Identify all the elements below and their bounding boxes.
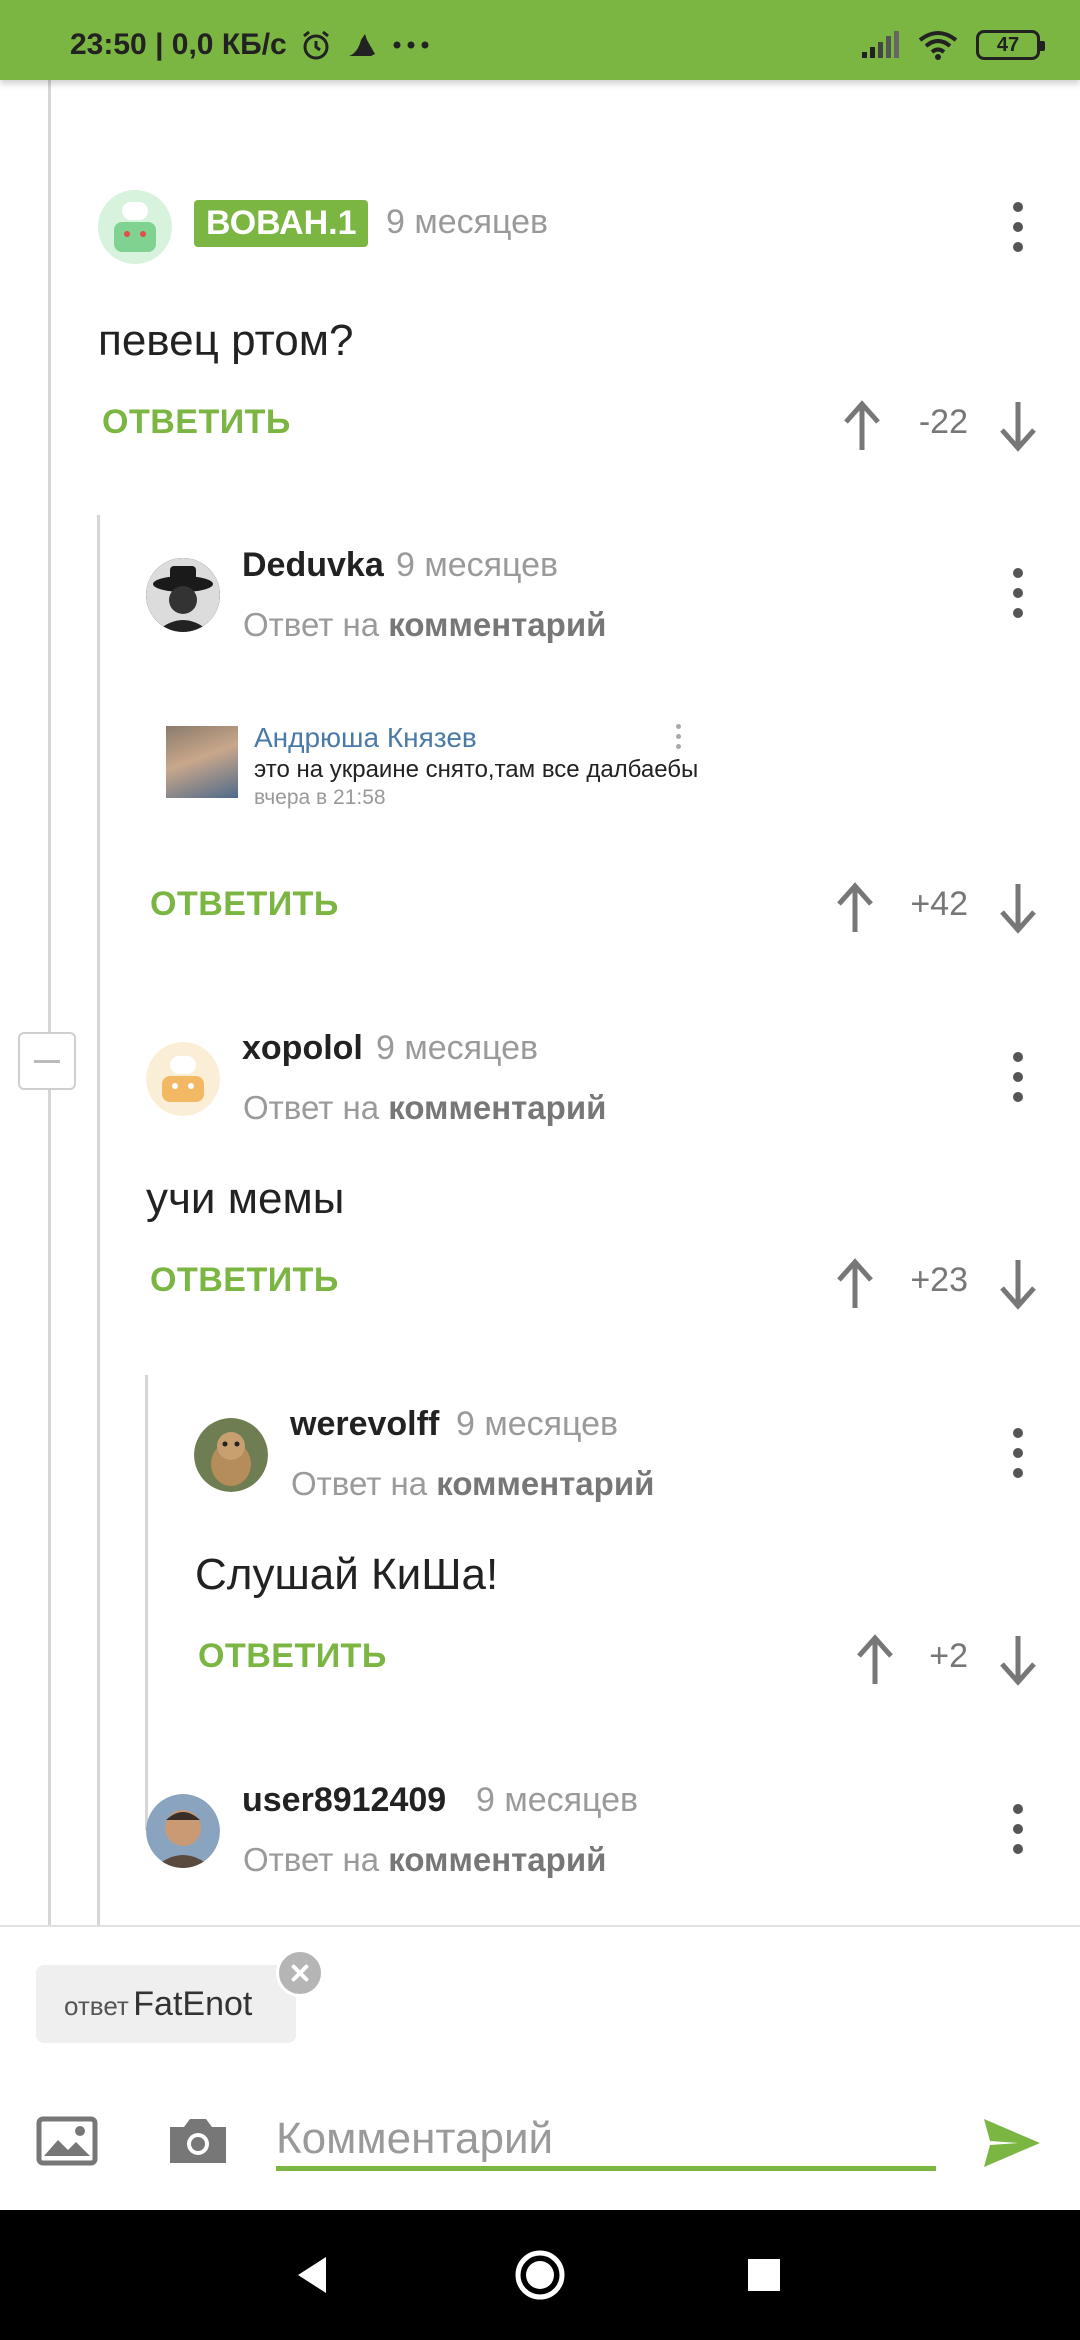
- quoted-time: вчера в 21:58: [254, 786, 386, 809]
- reply-to-prefix: Ответ на: [243, 606, 380, 643]
- avatar[interactable]: [146, 1794, 220, 1868]
- avatar[interactable]: [146, 1042, 220, 1116]
- collapse-thread-button[interactable]: [18, 1032, 76, 1090]
- author-name[interactable]: werevolff: [290, 1405, 439, 1444]
- reply-chip-label: ответ: [64, 1991, 129, 2021]
- reply-button[interactable]: ОТВЕТИТЬ: [102, 403, 291, 442]
- comment-time: 9 месяцев: [386, 203, 549, 241]
- user-avatar-image: [146, 1794, 220, 1868]
- quoted-name: Андрюша Князев: [254, 722, 477, 753]
- author-name[interactable]: xopolol: [242, 1029, 363, 1068]
- quoted-text: это на украине снято,там все далбаебы: [254, 756, 699, 783]
- downvote-icon[interactable]: [996, 398, 1040, 454]
- comment-composer: ответ FatEnot: [0, 1925, 1080, 2209]
- send-icon[interactable]: [982, 2117, 1042, 2169]
- comment-image[interactable]: Андрюша Князев это на украине снято,там …: [162, 720, 698, 820]
- close-icon[interactable]: [276, 1949, 324, 1997]
- author-name[interactable]: user8912409: [242, 1781, 446, 1820]
- avatar[interactable]: [194, 1418, 268, 1492]
- app-notification-icon: [348, 34, 375, 56]
- reply-to-link[interactable]: комментарий: [388, 1089, 606, 1126]
- reply-to-link[interactable]: комментарий: [388, 1841, 606, 1878]
- comment-time: 9 месяцев: [456, 1405, 619, 1443]
- comment-text: учи мемы: [146, 1174, 345, 1223]
- reply-to-link[interactable]: комментарий: [436, 1465, 654, 1502]
- reply-to-line: Ответ на комментарий: [291, 1465, 654, 1503]
- comment-text: Слушай КиШа!: [195, 1550, 499, 1599]
- author-name[interactable]: ВОВАН.1: [194, 200, 369, 247]
- reply-chip-name: FatEnot: [133, 1985, 253, 2023]
- status-bar: 23:50 | 0,0 КБ/с 47: [0, 0, 1080, 80]
- comment-score: +2: [929, 1637, 968, 1675]
- thread-line-root: [48, 80, 51, 1925]
- avatar[interactable]: [146, 558, 220, 632]
- alarm-icon: [302, 30, 329, 60]
- more-options-icon[interactable]: [998, 564, 1038, 624]
- thread-line-level3: [145, 1375, 148, 1830]
- quoted-menu-icon: [676, 724, 684, 752]
- comments-feed[interactable]: ВОВАН.1 9 месяцев певец ртом? ОТВЕТИТЬ -…: [0, 80, 1080, 1925]
- downvote-icon[interactable]: [996, 1256, 1040, 1312]
- downvote-icon[interactable]: [996, 1632, 1040, 1688]
- home-icon[interactable]: [510, 2245, 570, 2305]
- comment-time: 9 месяцев: [476, 1781, 639, 1819]
- comment-score: -22: [918, 403, 968, 441]
- recents-icon[interactable]: [734, 2245, 794, 2305]
- comment-input[interactable]: [276, 2111, 936, 2171]
- reply-target-chip: ответ FatEnot: [36, 1965, 296, 2043]
- quoted-avatar: [166, 726, 238, 798]
- reply-to-link[interactable]: комментарий: [388, 606, 606, 643]
- more-options-icon[interactable]: [998, 1800, 1038, 1860]
- reply-to-prefix: Ответ на: [291, 1465, 428, 1502]
- battery-icon: 47: [976, 30, 1045, 60]
- more-notifications-icon: [393, 41, 429, 49]
- comment-time: 9 месяцев: [396, 546, 559, 584]
- author-name[interactable]: Deduvka: [242, 546, 384, 585]
- comment-time: 9 месяцев: [376, 1029, 539, 1067]
- avatar[interactable]: [98, 190, 172, 264]
- default-avatar-icon: [146, 1042, 220, 1116]
- comment-score: +42: [910, 885, 968, 923]
- back-icon[interactable]: [282, 2245, 342, 2305]
- signal-icon: [862, 31, 899, 58]
- wifi-icon: [918, 31, 958, 60]
- more-options-icon[interactable]: [998, 1048, 1038, 1108]
- reply-to-line: Ответ на комментарий: [243, 1089, 606, 1127]
- reply-button[interactable]: ОТВЕТИТЬ: [150, 885, 339, 924]
- status-left: 23:50 | 0,0 КБ/с: [70, 28, 431, 62]
- user-avatar-image: [194, 1418, 268, 1492]
- status-right: 47: [860, 30, 1045, 60]
- system-nav-bar: [0, 2210, 1080, 2340]
- reply-to-prefix: Ответ на: [243, 1089, 380, 1126]
- comment-text: певец ртом?: [98, 316, 354, 365]
- more-options-icon[interactable]: [998, 1424, 1038, 1484]
- downvote-icon[interactable]: [996, 880, 1040, 936]
- status-time-speed: 23:50 | 0,0 КБ/с: [70, 28, 287, 61]
- camera-icon[interactable]: [166, 2115, 230, 2167]
- reply-button[interactable]: ОТВЕТИТЬ: [198, 1637, 387, 1676]
- more-options-icon[interactable]: [998, 198, 1038, 258]
- reply-to-line: Ответ на комментарий: [243, 1841, 606, 1879]
- gallery-icon[interactable]: [36, 2116, 98, 2166]
- reply-button[interactable]: ОТВЕТИТЬ: [150, 1261, 339, 1300]
- user-avatar-image: [146, 558, 220, 632]
- comment-score: +23: [910, 1261, 968, 1299]
- reply-to-line: Ответ на комментарий: [243, 606, 606, 644]
- default-avatar-icon: [98, 190, 172, 264]
- reply-to-prefix: Ответ на: [243, 1841, 380, 1878]
- thread-line-level2: [97, 515, 100, 1925]
